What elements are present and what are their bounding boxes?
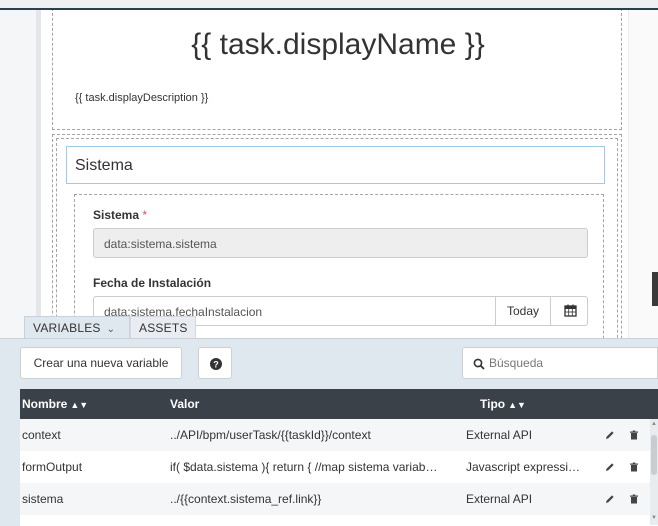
table-row[interactable]: formOutput if( $data.sistema ){ return {… xyxy=(20,451,658,483)
calendar-icon xyxy=(564,304,577,317)
trash-icon[interactable] xyxy=(628,493,640,505)
form-canvas: {{ task.displayName }} {{ task.displayDe… xyxy=(0,10,658,355)
sistema-input[interactable]: data:sistema.sistema xyxy=(93,228,588,258)
table-scrollbar-thumb[interactable] xyxy=(651,435,657,475)
table-row[interactable]: sistema ../{{context.sistema_ref.link}} … xyxy=(20,483,658,515)
create-variable-button[interactable]: Crear una nueva variable xyxy=(20,347,182,379)
pencil-icon[interactable] xyxy=(604,429,616,441)
section-title-widget[interactable]: Sistema xyxy=(66,146,605,184)
cell-name: formOutput xyxy=(22,460,83,474)
title-container[interactable]: {{ task.displayName }} xyxy=(58,10,618,78)
cell-value: ../{{context.sistema_ref.link}} xyxy=(170,492,322,506)
trash-icon[interactable] xyxy=(628,429,640,441)
cell-value: ../API/bpm/userTask/{{taskId}}/context xyxy=(170,428,371,442)
pencil-icon[interactable] xyxy=(604,461,616,473)
pencil-icon[interactable] xyxy=(604,493,616,505)
display-name-title: {{ task.displayName }} xyxy=(191,28,485,61)
top-strip xyxy=(0,0,658,10)
sistema-label: Sistema * xyxy=(93,208,147,222)
column-header-tipo[interactable]: Tipo ▲▼ xyxy=(480,389,526,420)
right-edge-marker xyxy=(652,272,658,306)
bottom-tabs: VARIABLES ⌄ ASSETS xyxy=(24,316,324,338)
search-box[interactable] xyxy=(462,347,658,379)
trash-icon[interactable] xyxy=(628,461,640,473)
display-description-text: {{ task.displayDescription }} xyxy=(75,92,209,104)
section-title: Sistema xyxy=(75,157,133,174)
sistema-label-text: Sistema xyxy=(93,208,140,222)
tab-assets[interactable]: ASSETS xyxy=(130,316,196,338)
cell-type: External API xyxy=(466,492,533,506)
tab-variables-label: VARIABLES xyxy=(33,321,101,335)
tab-variables[interactable]: VARIABLES ⌄ xyxy=(24,316,130,338)
required-mark: * xyxy=(142,208,148,222)
search-input[interactable] xyxy=(489,348,649,378)
cell-value: if( $data.sistema ){ return { //map sist… xyxy=(170,460,438,474)
cell-type: External API xyxy=(466,428,533,442)
cell-name: sistema xyxy=(22,492,64,506)
column-header-nombre[interactable]: Nombre ▲▼ xyxy=(22,389,88,420)
calendar-button[interactable] xyxy=(550,296,588,326)
column-header-valor: Valor xyxy=(170,397,200,411)
sort-icon: ▲▼ xyxy=(70,400,89,410)
gutter-line xyxy=(36,10,41,355)
search-icon xyxy=(473,358,485,370)
sort-icon: ▲▼ xyxy=(508,400,526,410)
column-header-nombre-label: Nombre xyxy=(22,397,68,411)
cell-type: Javascript expressi… xyxy=(466,460,581,474)
scroll-up-arrow-icon[interactable]: ▲ xyxy=(651,421,657,427)
svg-text:?: ? xyxy=(213,359,219,369)
left-gutter xyxy=(0,10,36,355)
scroll-down-arrow-icon[interactable]: ▼ xyxy=(651,515,657,521)
help-button[interactable]: ? xyxy=(198,347,232,379)
fecha-instalacion-label: Fecha de Instalación xyxy=(93,276,212,290)
table-header: Nombre ▲▼ Valor Tipo ▲▼ xyxy=(20,389,658,419)
table-row-partial xyxy=(20,515,658,526)
table-row[interactable]: context ../API/bpm/userTask/{{taskId}}/c… xyxy=(20,419,658,451)
variables-panel: Crear una nueva variable ? Nombre▲▼ Valo… xyxy=(0,338,658,526)
today-button[interactable]: Today xyxy=(495,296,551,326)
question-circle-icon: ? xyxy=(210,358,222,370)
column-header-tipo-label: Tipo xyxy=(480,397,506,411)
cell-name: context xyxy=(22,428,61,442)
